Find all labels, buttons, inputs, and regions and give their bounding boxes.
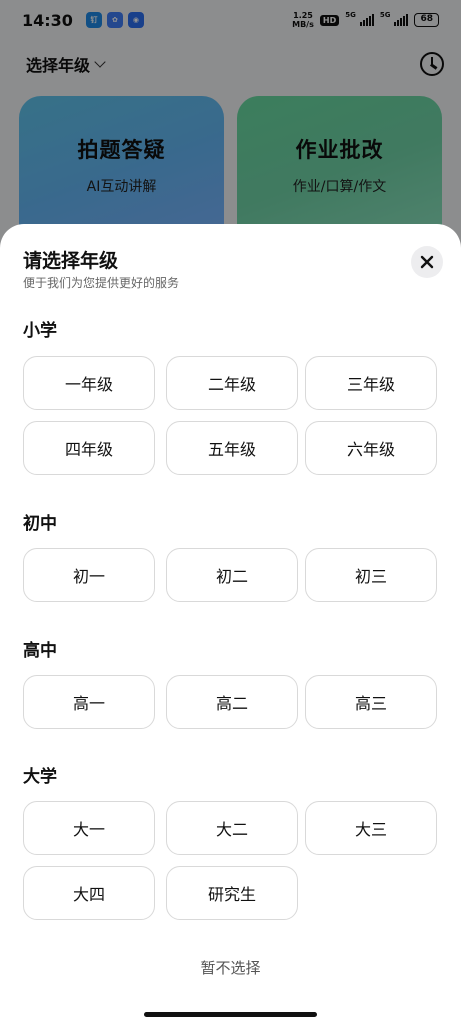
grade-button-university-4[interactable]: 大四 <box>23 866 155 920</box>
grade-button-primary-5[interactable]: 五年级 <box>166 421 298 475</box>
close-button[interactable] <box>411 246 443 278</box>
section-title-primary: 小学 <box>23 321 57 341</box>
grade-button-junior-3[interactable]: 初三 <box>305 548 437 602</box>
grade-button-primary-2[interactable]: 二年级 <box>166 356 298 410</box>
section-title-junior: 初中 <box>23 514 57 534</box>
grade-button-junior-1[interactable]: 初一 <box>23 548 155 602</box>
grade-button-university-1[interactable]: 大一 <box>23 801 155 855</box>
sheet-title: 请选择年级 <box>23 250 119 272</box>
skip-button[interactable]: 暂不选择 <box>0 957 461 978</box>
close-icon <box>420 255 434 269</box>
grade-button-university-2[interactable]: 大二 <box>166 801 298 855</box>
grade-button-senior-1[interactable]: 高一 <box>23 675 155 729</box>
grade-select-sheet: 请选择年级 便于我们为您提供更好的服务 小学 一年级 二年级 三年级 四年级 五… <box>0 224 461 1024</box>
grade-button-university-3[interactable]: 大三 <box>305 801 437 855</box>
grade-button-primary-6[interactable]: 六年级 <box>305 421 437 475</box>
grade-button-primary-4[interactable]: 四年级 <box>23 421 155 475</box>
grade-button-senior-3[interactable]: 高三 <box>305 675 437 729</box>
grade-button-junior-2[interactable]: 初二 <box>166 548 298 602</box>
sheet-subtitle: 便于我们为您提供更好的服务 <box>23 276 180 290</box>
grade-button-primary-1[interactable]: 一年级 <box>23 356 155 410</box>
section-title-senior: 高中 <box>23 641 57 661</box>
grade-button-graduate[interactable]: 研究生 <box>166 866 298 920</box>
grade-button-primary-3[interactable]: 三年级 <box>305 356 437 410</box>
home-indicator[interactable] <box>144 1012 317 1017</box>
section-title-university: 大学 <box>23 767 57 787</box>
grade-button-senior-2[interactable]: 高二 <box>166 675 298 729</box>
